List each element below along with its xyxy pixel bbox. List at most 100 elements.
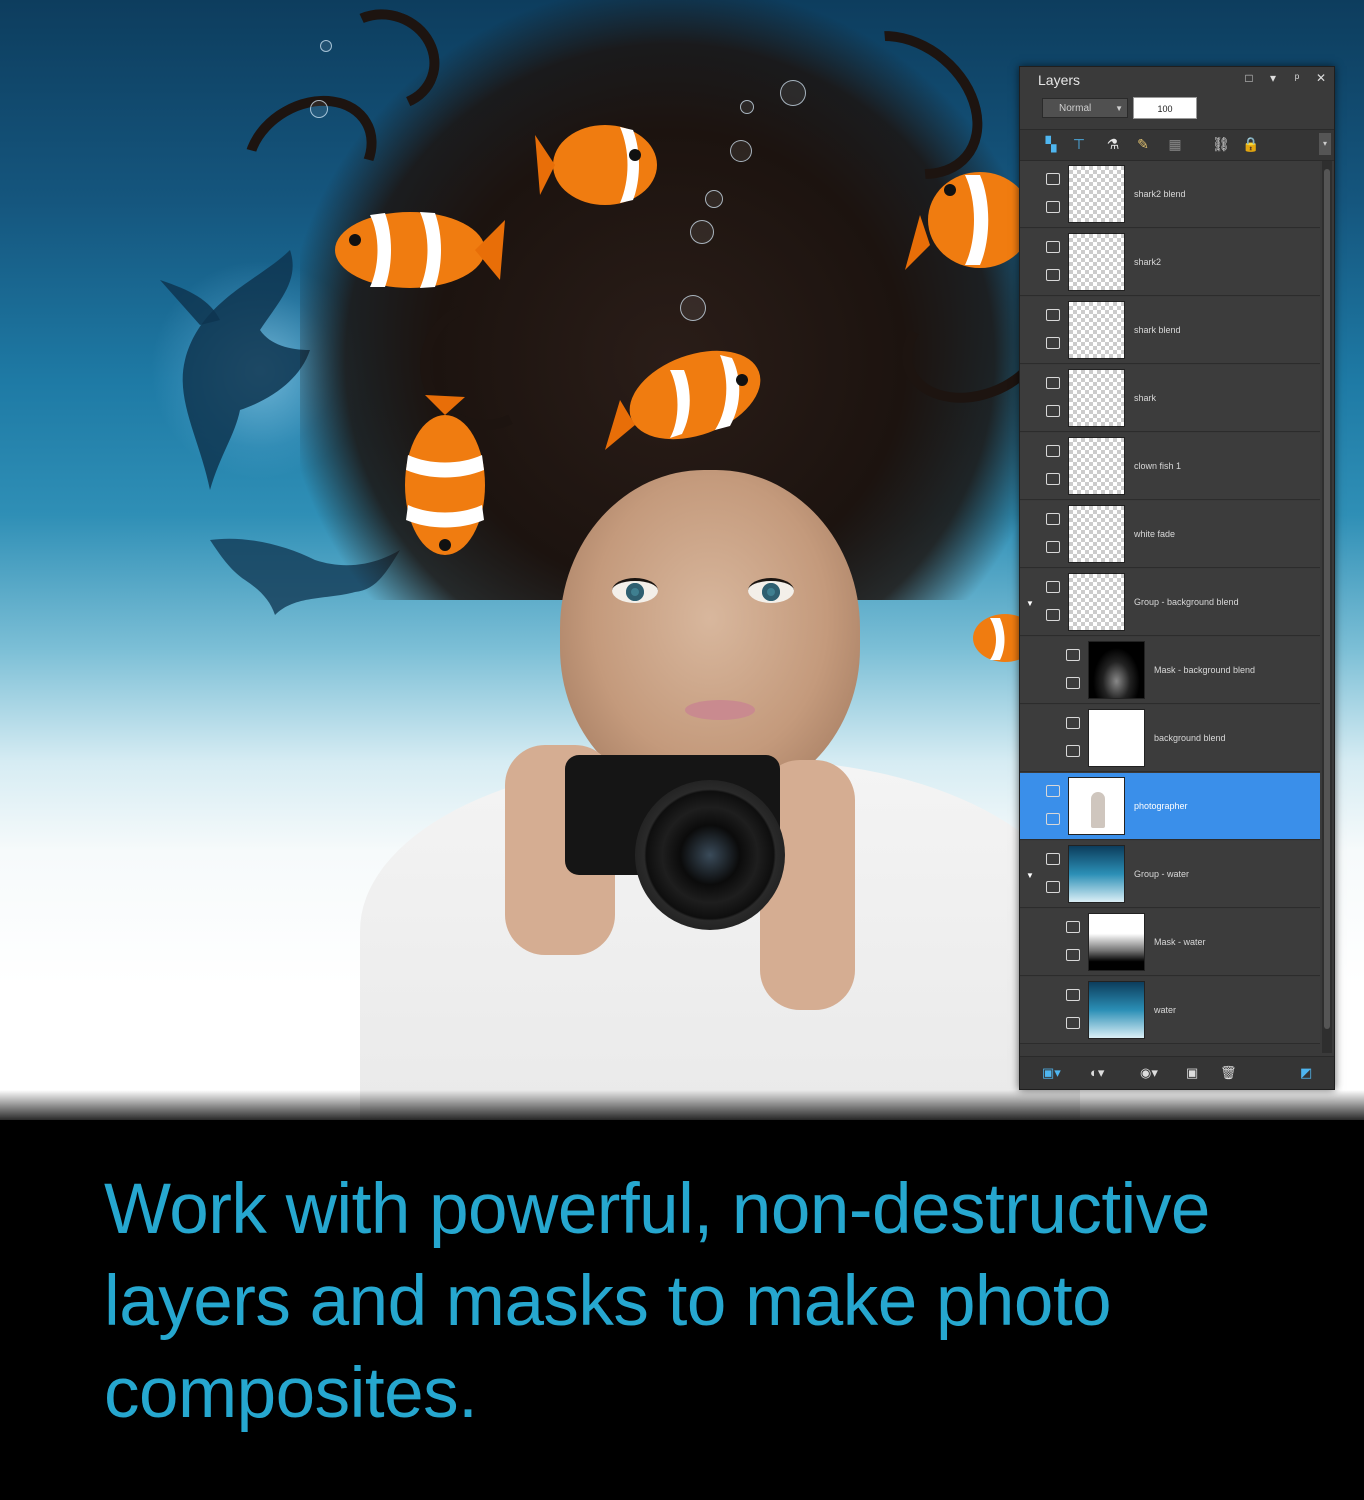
layer-row[interactable]: shark2: [1020, 229, 1320, 296]
left-eye: [612, 578, 658, 603]
visibility-icon[interactable]: [1066, 717, 1080, 729]
layer-link-icon[interactable]: [1046, 405, 1060, 417]
collapse-group-icon[interactable]: ▼: [1026, 871, 1034, 880]
bubble: [705, 190, 723, 208]
layer-thumbnail: [1088, 641, 1145, 699]
layer-link-icon[interactable]: [1046, 609, 1060, 621]
close-panel-button[interactable]: ✕: [1314, 71, 1328, 85]
layer-row[interactable]: water: [1020, 977, 1320, 1044]
layer-link-icon[interactable]: [1046, 813, 1060, 825]
panel-title-buttons: □ ▾ ᵖ ✕: [1242, 71, 1328, 85]
visibility-icon[interactable]: [1046, 513, 1060, 525]
layer-row[interactable]: background blend: [1020, 705, 1320, 772]
delete-layer-icon[interactable]: 🗑: [1220, 1064, 1237, 1082]
layer-row[interactable]: photographer: [1020, 773, 1320, 840]
layer-thumbnail: [1068, 845, 1125, 903]
layers-panel: Layers □ ▾ ᵖ ✕ Normal ▼ 100 ▚ ⊤ ⚗ ✎ ▦ ⛓ …: [1019, 66, 1335, 1090]
new-mask-icon[interactable]: ✎: [1134, 135, 1152, 153]
layer-row[interactable]: white fade: [1020, 501, 1320, 568]
layer-name: white fade: [1134, 529, 1176, 539]
blend-mode-dropdown[interactable]: Normal ▼: [1042, 98, 1128, 118]
new-raster-layer-icon[interactable]: ▚: [1042, 135, 1060, 153]
layer-thumbnail: [1088, 913, 1145, 971]
visibility-icon[interactable]: [1046, 581, 1060, 593]
camera-lens: [635, 780, 785, 930]
lock-icon[interactable]: 🔒: [1242, 135, 1260, 153]
layer-link-icon[interactable]: [1046, 881, 1060, 893]
chevron-down-icon: ▼: [1115, 104, 1123, 113]
layer-name: Mask - background blend: [1154, 665, 1256, 675]
visibility-icon[interactable]: [1046, 241, 1060, 253]
new-mask-menu-icon[interactable]: ◉▾: [1140, 1064, 1158, 1082]
layer-thumbnail: [1068, 573, 1125, 631]
layer-link-icon[interactable]: [1066, 745, 1080, 757]
layer-row[interactable]: shark2 blend: [1020, 161, 1320, 228]
panel-menu-button[interactable]: ▾: [1266, 71, 1280, 85]
layer-row[interactable]: shark blend: [1020, 297, 1320, 364]
layer-properties-icon[interactable]: ◩: [1300, 1064, 1312, 1082]
new-adjustment-menu-icon[interactable]: ◐▾: [1090, 1064, 1104, 1082]
layer-link-icon[interactable]: [1046, 473, 1060, 485]
new-group-icon[interactable]: ▦: [1166, 135, 1184, 153]
caption-text: Work with powerful, non-destructive laye…: [104, 1170, 1210, 1433]
bubble: [680, 295, 706, 321]
layer-link-icon[interactable]: [1066, 949, 1080, 961]
layer-name: shark2 blend: [1134, 189, 1186, 199]
clownfish: [905, 172, 1032, 270]
layer-name: background blend: [1154, 733, 1226, 743]
layer-link-icon[interactable]: [1066, 1017, 1080, 1029]
layer-row[interactable]: clown fish 1: [1020, 433, 1320, 500]
new-vector-layer-icon[interactable]: ⊤: [1070, 135, 1088, 153]
panel-title: Layers: [1038, 72, 1081, 88]
layers-toolbar: ▚ ⊤ ⚗ ✎ ▦ ⛓ 🔒 ▾: [1020, 129, 1334, 161]
visibility-icon[interactable]: [1046, 445, 1060, 457]
visibility-icon[interactable]: [1046, 173, 1060, 185]
pin-panel-button[interactable]: ᵖ: [1290, 71, 1304, 85]
panel-bottom-toolbar: ▣▾ ◐▾ ◉▾ ▣ 🗑 ◩: [1020, 1056, 1334, 1089]
float-panel-button[interactable]: □: [1242, 71, 1256, 85]
layer-row[interactable]: shark: [1020, 365, 1320, 432]
layer-link-icon[interactable]: [1046, 541, 1060, 553]
collapse-group-icon[interactable]: ▼: [1026, 599, 1034, 608]
layer-row[interactable]: ▼ Group - water: [1020, 841, 1320, 908]
new-group-icon[interactable]: ▣: [1186, 1064, 1198, 1082]
scrollbar-thumb[interactable]: [1324, 169, 1330, 1029]
visibility-icon[interactable]: [1046, 309, 1060, 321]
layer-thumbnail: [1088, 981, 1145, 1039]
new-adjustment-layer-icon[interactable]: ⚗: [1104, 135, 1122, 153]
bubble: [730, 140, 752, 162]
layer-name: Group - water: [1134, 869, 1190, 879]
layer-thumbnail: [1068, 165, 1125, 223]
visibility-icon[interactable]: [1046, 377, 1060, 389]
layer-link-icon[interactable]: [1066, 677, 1080, 689]
layer-row[interactable]: Mask - water: [1020, 909, 1320, 976]
opacity-field[interactable]: 100: [1133, 97, 1197, 119]
mask-visibility-icon[interactable]: [1066, 921, 1080, 933]
layer-row[interactable]: Mask - background blend: [1020, 637, 1320, 704]
layer-thumbnail: [1068, 301, 1125, 359]
layer-row[interactable]: ▼ Group - background blend: [1020, 569, 1320, 636]
layer-name: photographer: [1134, 801, 1188, 811]
layer-link-icon[interactable]: [1046, 337, 1060, 349]
mask-visibility-icon[interactable]: [1066, 649, 1080, 661]
visibility-icon[interactable]: [1046, 785, 1060, 797]
layer-thumbnail: [1068, 233, 1125, 291]
toolbar-overflow-button[interactable]: ▾: [1319, 133, 1331, 155]
layer-link-icon[interactable]: [1046, 269, 1060, 281]
visibility-icon[interactable]: [1066, 989, 1080, 1001]
clownfish: [973, 614, 1020, 662]
layer-link-icon[interactable]: [1046, 201, 1060, 213]
bubble: [740, 100, 754, 114]
layer-thumbnail: [1068, 369, 1125, 427]
new-layer-menu-icon[interactable]: ▣▾: [1042, 1064, 1061, 1082]
layer-thumbnail: [1088, 709, 1145, 767]
visibility-icon[interactable]: [1046, 853, 1060, 865]
layer-name: water: [1154, 1005, 1177, 1015]
clownfish: [335, 212, 505, 288]
layer-name: Group - background blend: [1134, 597, 1239, 607]
panel-scrollbar[interactable]: [1322, 161, 1332, 1053]
layer-name: shark blend: [1134, 325, 1181, 335]
link-icon[interactable]: ⛓: [1212, 135, 1230, 153]
composite-artwork: Layers □ ▾ ᵖ ✕ Normal ▼ 100 ▚ ⊤ ⚗ ✎ ▦ ⛓ …: [0, 0, 1364, 1120]
layer-thumbnail: [1068, 437, 1125, 495]
